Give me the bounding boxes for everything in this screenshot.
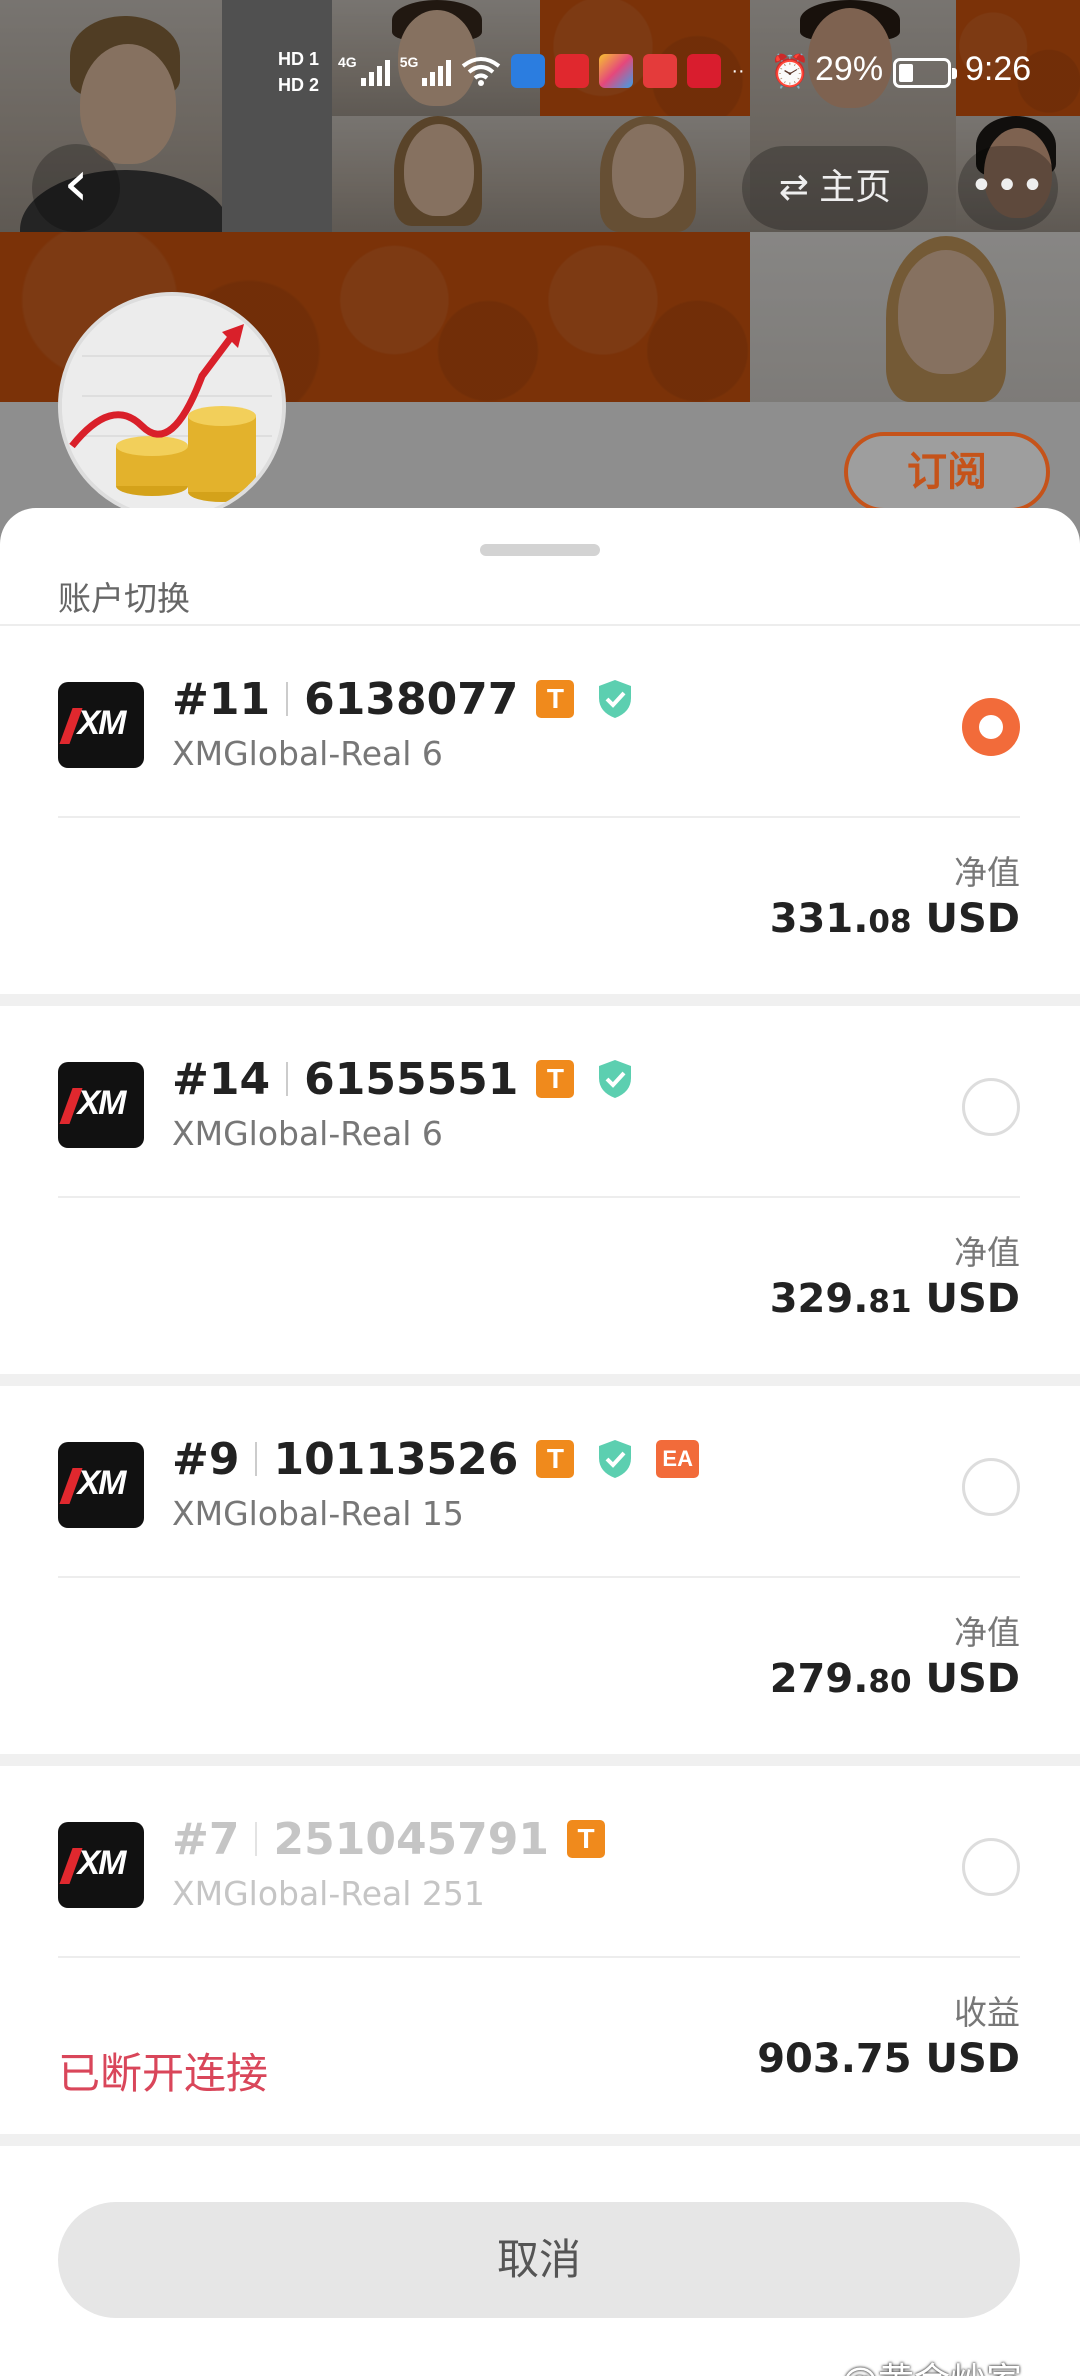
trade-badge: T (536, 680, 575, 718)
cancel-button[interactable]: 取消 (58, 2202, 1020, 2318)
equity-value: 279.80 USD (769, 1656, 1020, 1702)
section-separator (0, 2134, 1080, 2146)
app-notification-icon (643, 54, 678, 88)
wifi-icon (462, 57, 501, 86)
account-index: #14 (172, 1053, 271, 1105)
profit-value: 903.75 USD (757, 2036, 1020, 2082)
verified-shield-icon (599, 1440, 632, 1478)
trade-badge: T (536, 1440, 575, 1478)
select-radio[interactable] (962, 1458, 1020, 1516)
divider (286, 1062, 289, 1096)
status-icons: 4G 5G ·· (338, 54, 745, 88)
switch-icon: ⇄ (778, 167, 810, 208)
account-header: #11 6138077 T (172, 670, 634, 728)
xm-logo: XM (58, 682, 144, 768)
gold-chart-icon (62, 296, 282, 516)
server-name: XMGlobal-Real 6 (172, 1114, 443, 1153)
app-notification-icon (511, 54, 546, 88)
divider (58, 1956, 1020, 1958)
divider (255, 1822, 258, 1856)
signal-icon (360, 56, 390, 86)
section-separator (0, 1374, 1080, 1386)
network-4g-label: 4G (338, 54, 357, 70)
select-radio[interactable] (962, 698, 1020, 756)
verified-shield-icon (599, 680, 632, 718)
section-separator (0, 1754, 1080, 1766)
equity-label: 净值 (954, 853, 1020, 892)
equity-label: 净值 (954, 1233, 1020, 1272)
account-number: 251045791 (273, 1813, 550, 1865)
account-number: 6155551 (304, 1053, 519, 1105)
signal-icon (422, 56, 452, 86)
disconnected-status: 已断开连接 (58, 2049, 269, 2098)
network-5g-label: 5G (399, 54, 419, 70)
status-bar: HD 1 HD 2 4G 5G ·· ⏰ 29% 9:26 (0, 48, 1080, 104)
equity-value: 331.08 USD (769, 896, 1020, 942)
app-notification-icon (687, 54, 722, 88)
section-separator (0, 994, 1080, 1006)
account-item[interactable]: XM #14 6155551 T XMGlobal-Real 6 净值 329.… (0, 1006, 1080, 1386)
trade-badge: T (567, 1820, 606, 1858)
equity-value: 329.81 USD (769, 1276, 1020, 1322)
account-item[interactable]: XM #7 251045791 T XMGlobal-Real 251 已断开连… (0, 1766, 1080, 2146)
select-radio[interactable] (962, 1838, 1020, 1896)
server-name: XMGlobal-Real 251 (172, 1874, 485, 1913)
verified-shield-icon (599, 1060, 632, 1098)
back-button[interactable]: ‹ (32, 144, 120, 232)
divider (286, 682, 289, 716)
divider (58, 1196, 1020, 1198)
more-button[interactable]: ••• (958, 146, 1058, 230)
sheet-title: 账户切换 (58, 579, 190, 618)
watermark: @黄金炒家 (842, 2352, 1022, 2376)
select-radio[interactable] (962, 1078, 1020, 1136)
divider (255, 1442, 258, 1476)
account-index: #9 (172, 1433, 240, 1485)
account-index: #7 (172, 1813, 240, 1865)
avatar (58, 292, 286, 520)
account-number: 6138077 (304, 673, 519, 725)
xm-logo: XM (58, 1822, 144, 1908)
account-switch-sheet: 账户切换 XM #11 6138077 T XMGlobal-Real 6 净值… (0, 508, 1080, 2376)
xm-logo: XM (58, 1062, 144, 1148)
more-notifications-icon: ·· (731, 59, 745, 82)
battery-percent: 29% (815, 50, 884, 88)
ea-badge: EA (656, 1440, 699, 1478)
clock: 9:26 (965, 50, 1032, 88)
account-header: #14 6155551 T (172, 1050, 634, 1108)
account-item[interactable]: XM #9 10113526 T EA XMGlobal-Real 15 净值 … (0, 1386, 1080, 1766)
account-index: #11 (172, 673, 271, 725)
xm-logo: XM (58, 1442, 144, 1528)
sim-labels: HD 1 HD 2 (278, 49, 320, 95)
divider (58, 816, 1020, 818)
account-header: #9 10113526 T EA (172, 1430, 699, 1488)
trade-badge: T (536, 1060, 575, 1098)
alarm-icon: ⏰ (770, 53, 810, 89)
divider (58, 1576, 1020, 1578)
account-item[interactable]: XM #11 6138077 T XMGlobal-Real 6 净值 331.… (0, 626, 1080, 1006)
server-name: XMGlobal-Real 15 (172, 1494, 464, 1533)
home-label: 主页 (819, 167, 892, 208)
equity-label: 净值 (954, 1613, 1020, 1652)
subscribe-button[interactable]: 订阅 (844, 432, 1050, 512)
battery-icon (893, 58, 957, 88)
home-button[interactable]: ⇄ 主页 (742, 146, 928, 230)
server-name: XMGlobal-Real 6 (172, 734, 443, 773)
app-notification-icon (555, 54, 590, 88)
drag-handle[interactable] (480, 544, 600, 556)
account-number: 10113526 (273, 1433, 519, 1485)
account-header: #7 251045791 T (172, 1810, 606, 1868)
profit-label: 收益 (954, 1993, 1020, 2032)
app-notification-icon (599, 54, 634, 88)
background-page: HD 1 HD 2 4G 5G ·· ⏰ 29% 9:26 ‹ ⇄ 主页 ••• (0, 0, 1080, 560)
